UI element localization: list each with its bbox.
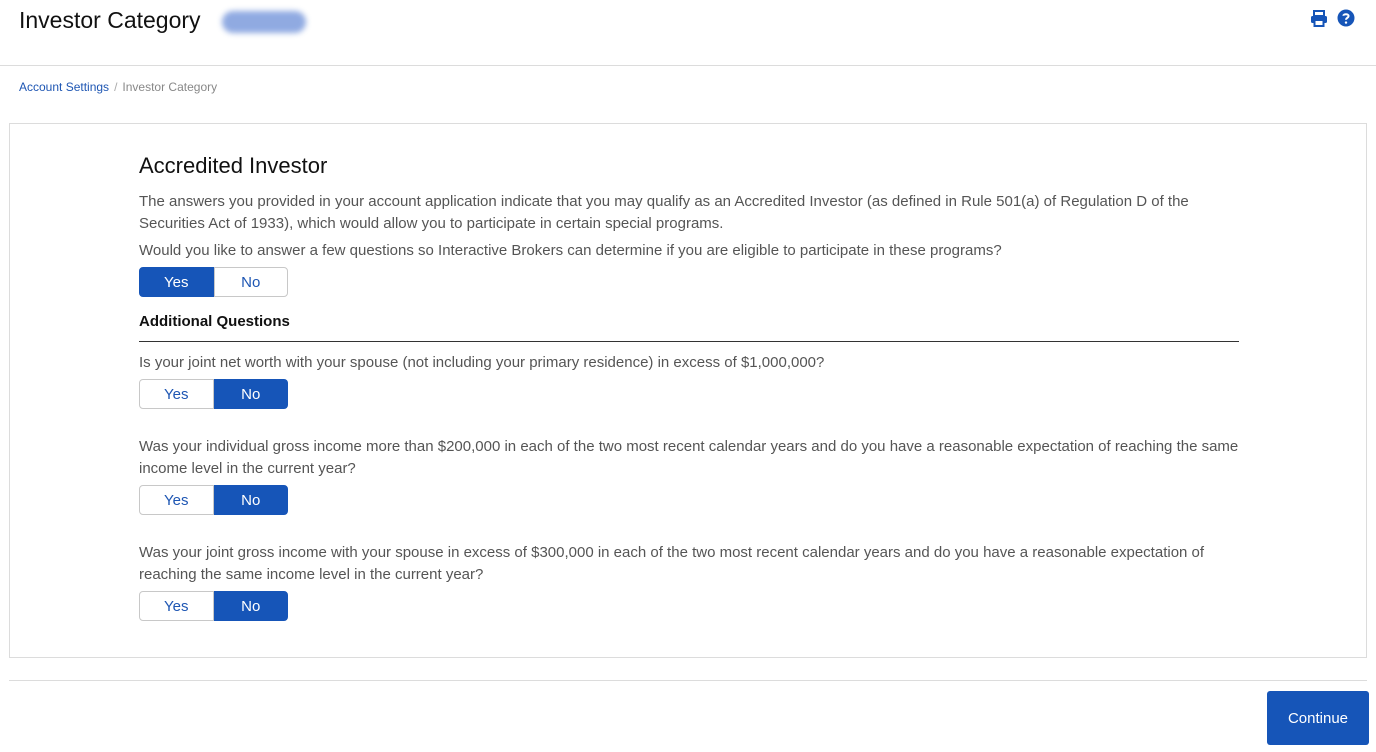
additional-questions-heading: Additional Questions xyxy=(139,313,290,330)
breadcrumb-separator: / xyxy=(114,80,118,94)
net-worth-toggle: Yes No xyxy=(139,379,288,409)
breadcrumb: Account Settings / Investor Category xyxy=(19,80,217,94)
continue-button[interactable]: Continue xyxy=(1267,691,1369,745)
breadcrumb-account-settings[interactable]: Account Settings xyxy=(19,80,109,94)
section-divider xyxy=(139,341,1239,342)
individual-income-no-button[interactable]: No xyxy=(213,485,288,515)
eligibility-no-button[interactable]: No xyxy=(213,267,288,297)
joint-income-toggle: Yes No xyxy=(139,591,288,621)
header-actions xyxy=(1309,8,1356,28)
eligibility-question: Would you like to answer a few questions… xyxy=(139,242,1002,259)
page-title: Investor Category xyxy=(19,7,201,33)
joint-income-no-button[interactable]: No xyxy=(213,591,288,621)
section-title: Accredited Investor xyxy=(139,153,328,178)
breadcrumb-current: Investor Category xyxy=(122,80,218,94)
page-header: Investor Category xyxy=(0,0,1376,66)
eligibility-yes-button[interactable]: Yes xyxy=(139,267,214,297)
question-net-worth: Is your joint net worth with your spouse… xyxy=(139,354,825,371)
eligibility-toggle: Yes No xyxy=(139,267,288,297)
redacted-account-badge xyxy=(222,11,306,33)
question-joint-income: Was your joint gross income with your sp… xyxy=(139,544,1205,583)
individual-income-toggle: Yes No xyxy=(139,485,288,515)
intro-text: The answers you provided in your account… xyxy=(139,193,1189,232)
question-individual-income: Was your individual gross income more th… xyxy=(139,438,1239,477)
accredited-investor-panel: Accredited Investor The answers you prov… xyxy=(9,123,1367,658)
help-icon[interactable] xyxy=(1336,8,1356,28)
joint-income-yes-button[interactable]: Yes xyxy=(139,591,214,621)
net-worth-no-button[interactable]: No xyxy=(213,379,288,409)
footer-divider xyxy=(9,680,1367,681)
print-icon[interactable] xyxy=(1309,8,1329,28)
net-worth-yes-button[interactable]: Yes xyxy=(139,379,214,409)
individual-income-yes-button[interactable]: Yes xyxy=(139,485,214,515)
